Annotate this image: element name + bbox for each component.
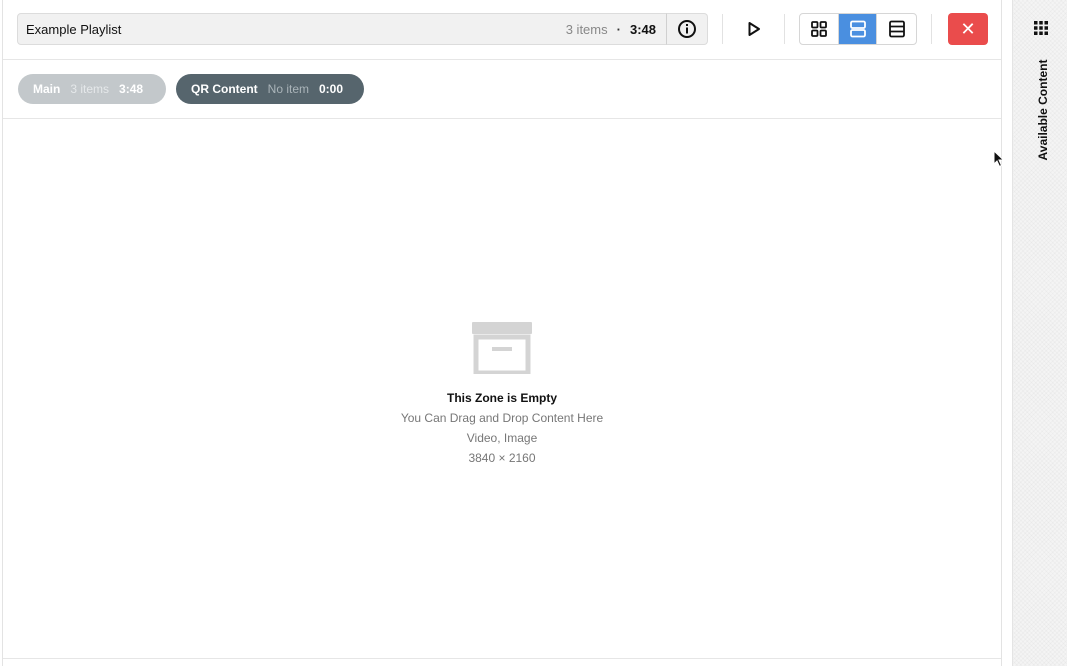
empty-state-hint: You Can Drag and Drop Content Here [400,411,604,425]
zone-item-count: No item [267,82,309,96]
zone-resolution: 3840 × 2160 [468,451,536,465]
list-view-button[interactable] [877,14,916,44]
playlist-editor: Example Playlist 3 items · 3:48 ✕ Main 3… [0,0,1067,666]
split-view-icon [849,20,866,38]
close-button[interactable]: ✕ [948,13,988,45]
empty-state-title: This Zone is Empty [446,391,557,405]
view-mode-switcher [799,13,917,45]
grid-view-icon [810,21,827,37]
separator-dot: · [616,21,621,37]
editor-main-panel: Example Playlist 3 items · 3:48 ✕ Main 3… [2,0,1002,666]
play-button[interactable] [738,13,770,45]
zone-duration: 0:00 [319,82,344,96]
split-view-button[interactable] [838,14,878,44]
playlist-name-field[interactable]: Example Playlist 3 items · 3:48 [17,13,667,45]
info-circle-icon [678,20,696,38]
playlist-name[interactable]: Example Playlist [26,22,566,37]
empty-drop-zone[interactable]: This Zone is Empty You Can Drag and Drop… [3,320,1001,465]
toolbar-divider [784,14,785,44]
available-content-sidebar[interactable]: Available Content [1012,0,1067,666]
zone-name: Main [33,82,61,96]
archive-box-icon [471,320,533,379]
bottom-divider [3,658,1001,659]
play-icon [748,22,760,36]
zone-tab-qr-content[interactable]: QR Content No item 0:00 [176,74,364,104]
playlist-item-count: 3 items [565,21,608,37]
list-view-icon [888,20,905,38]
grid-view-button[interactable] [800,14,839,44]
zone-tabs: Main 3 items 3:48 QR Content No item 0:0… [3,60,1001,119]
info-button[interactable] [666,13,708,45]
playlist-duration: 3:48 [629,21,656,37]
zone-duration: 3:48 [119,82,144,96]
apps-grid-icon[interactable] [1034,21,1048,35]
available-content-label[interactable]: Available Content [1036,60,1050,161]
close-icon: ✕ [960,18,976,39]
zone-item-count: 3 items [70,82,110,96]
mouse-cursor-icon [993,150,1005,168]
zone-tab-main[interactable]: Main 3 items 3:48 [18,74,166,104]
toolbar-divider [931,14,932,44]
zone-name: QR Content [191,82,258,96]
toolbar-divider [722,14,723,44]
accepted-types: Video, Image [466,431,538,445]
toolbar: Example Playlist 3 items · 3:48 ✕ [3,0,1001,60]
